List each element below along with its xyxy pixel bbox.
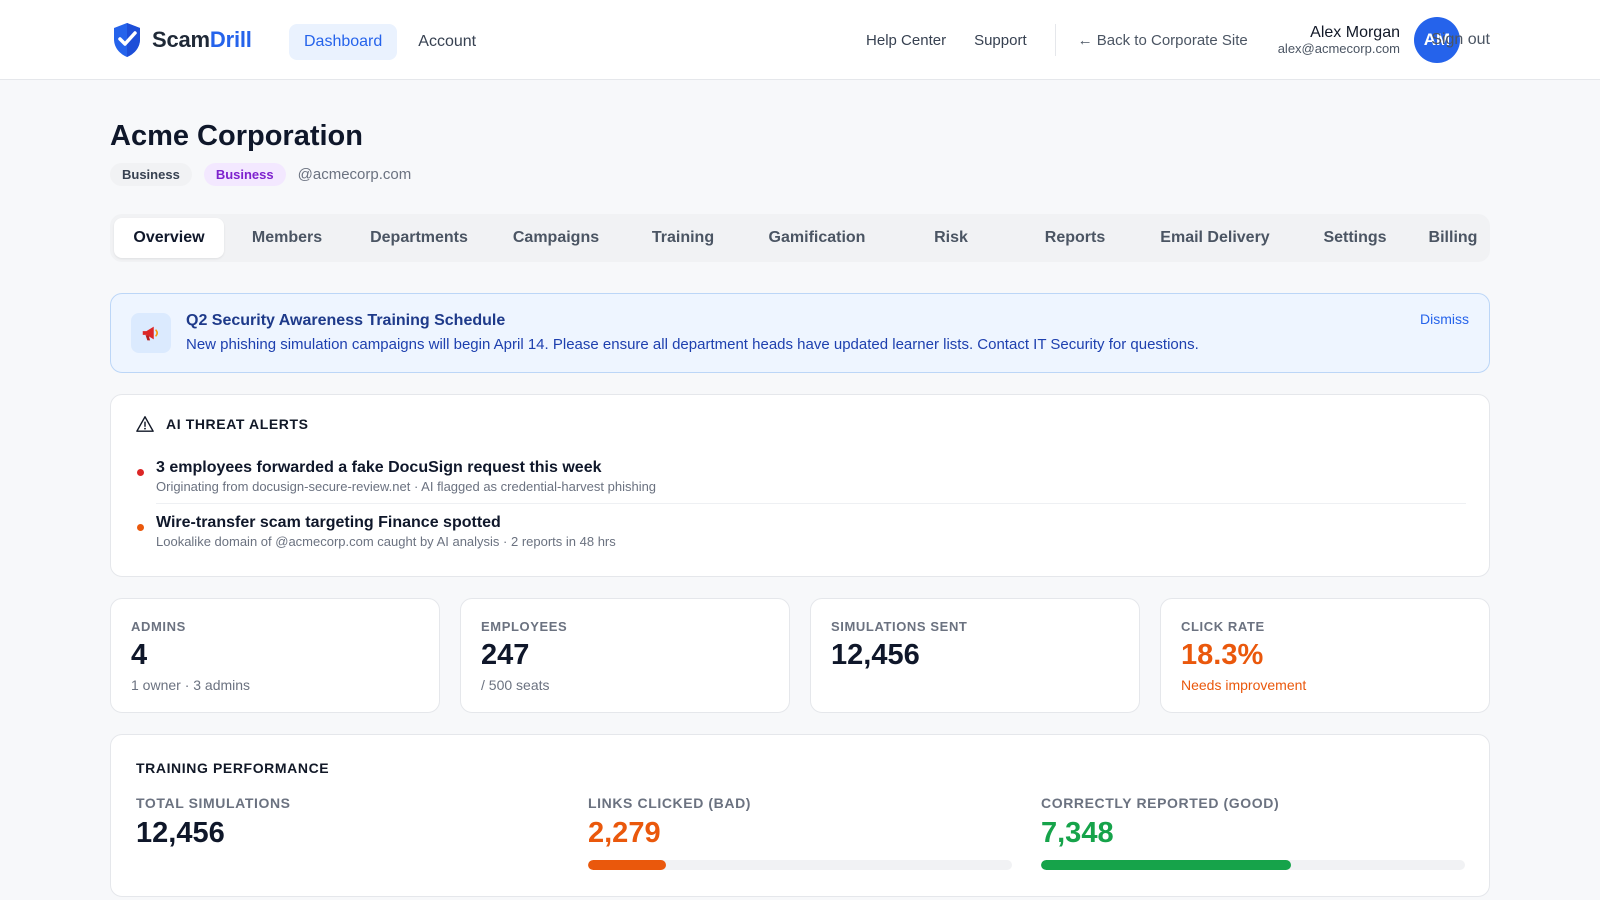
nav-divider [1054, 24, 1056, 56]
metric-links-clicked: LINKS CLICKED (BAD) 2,279 [588, 795, 1012, 850]
threat-alerts-card: AI THREAT ALERTS 3 employees forwarded a… [110, 394, 1490, 577]
clicked-progress-fill [588, 860, 666, 870]
tab-overview[interactable]: Overview [114, 218, 224, 258]
tab-members[interactable]: Members [230, 218, 344, 258]
tab-email-delivery[interactable]: Email Delivery [1140, 218, 1290, 258]
announcement-body: New phishing simulation campaigns will b… [186, 336, 1199, 353]
training-performance-card: TRAINING PERFORMANCE TOTAL SIMULATIONS 1… [110, 734, 1490, 897]
org-tabs: Overview Members Departments Campaigns T… [110, 214, 1490, 262]
tab-campaigns[interactable]: Campaigns [494, 218, 618, 258]
nav-dashboard[interactable]: Dashboard [289, 24, 398, 60]
tier-badge: Business [203, 163, 286, 186]
stat-value: 18.3% [1181, 639, 1264, 671]
megaphone-icon [131, 313, 171, 353]
stat-subtext: Needs improvement [1181, 677, 1307, 693]
sign-out-link[interactable]: Sign out [1431, 31, 1490, 49]
severity-dot [137, 469, 144, 476]
stat-subtext: 1 owner · 3 admins [131, 677, 251, 693]
training-title: TRAINING PERFORMANCE [136, 760, 330, 776]
stat-value: 247 [481, 639, 530, 671]
alert-subtitle: Lookalike domain of @acmecorp.com caught… [156, 534, 616, 549]
stat-label: CLICK RATE [1181, 619, 1265, 634]
utility-nav: Help Center Support ← Back to Corporate … [866, 0, 1460, 80]
severity-dot [137, 524, 144, 531]
nav-account[interactable]: Account [403, 24, 491, 60]
tab-reports[interactable]: Reports [1016, 218, 1134, 258]
metric-label: TOTAL SIMULATIONS [136, 795, 291, 811]
tab-billing[interactable]: Billing [1420, 218, 1486, 258]
page-title: Acme Corporation [110, 120, 363, 152]
threat-alerts-title: AI THREAT ALERTS [166, 416, 309, 432]
org-badges: Business Business @acmecorp.com [110, 163, 411, 186]
metric-label: LINKS CLICKED (BAD) [588, 795, 752, 811]
reported-progress-fill [1041, 860, 1292, 870]
stat-subtext: / 500 seats [481, 677, 550, 693]
tab-departments[interactable]: Departments [350, 218, 488, 258]
alert-title: 3 employees forwarded a fake DocuSign re… [156, 459, 602, 476]
announcement-banner: Q2 Security Awareness Training Schedule … [110, 293, 1490, 373]
announcement-title: Q2 Security Awareness Training Schedule [186, 312, 506, 329]
user-email: alex@acmecorp.com [1277, 40, 1400, 56]
tab-training[interactable]: Training [624, 218, 742, 258]
dismiss-button[interactable]: Dismiss [1420, 311, 1469, 327]
tab-gamification[interactable]: Gamification [748, 218, 886, 258]
alert-title: Wire-transfer scam targeting Finance spo… [156, 514, 501, 531]
stat-label: SIMULATIONS SENT [831, 619, 968, 634]
tab-settings[interactable]: Settings [1296, 218, 1414, 258]
brand-name: ScamDrill [152, 27, 252, 52]
stat-card-click-rate: CLICK RATE 18.3% Needs improvement [1160, 598, 1490, 713]
metric-label: CORRECTLY REPORTED (GOOD) [1041, 795, 1280, 811]
metric-value: 12,456 [136, 817, 225, 849]
help-center-link[interactable]: Help Center [866, 32, 946, 49]
plan-badge: Business [110, 163, 192, 186]
stat-card-simulations: SIMULATIONS SENT 12,456 [810, 598, 1140, 713]
back-to-corporate-link[interactable]: ← Back to Corporate Site [1078, 32, 1248, 49]
stat-label: EMPLOYEES [481, 619, 568, 634]
stat-card-employees: EMPLOYEES 247 / 500 seats [460, 598, 790, 713]
metric-correctly-reported: CORRECTLY REPORTED (GOOD) 7,348 [1041, 795, 1465, 850]
shield-check-icon [112, 22, 142, 58]
support-link[interactable]: Support [974, 32, 1027, 49]
stat-label: ADMINS [131, 619, 186, 634]
main-nav: Dashboard Account [289, 24, 491, 60]
metric-total-simulations: TOTAL SIMULATIONS 12,456 [136, 795, 560, 850]
tab-risk[interactable]: Risk [892, 218, 1010, 258]
reported-progress-bar [1041, 860, 1465, 870]
top-header: ScamDrill Dashboard Account Help Center … [0, 0, 1600, 80]
stat-card-admins: ADMINS 4 1 owner · 3 admins [110, 598, 440, 713]
warning-triangle-icon [136, 415, 154, 433]
alert-subtitle: Originating from docusign-secure-review.… [156, 479, 657, 494]
org-domain: @acmecorp.com [297, 166, 412, 183]
user-info: Alex Morgan alex@acmecorp.com [1277, 23, 1400, 56]
user-name: Alex Morgan [1310, 23, 1400, 41]
threat-alert-item[interactable]: Wire-transfer scam targeting Finance spo… [136, 514, 1466, 554]
clicked-progress-bar [588, 860, 1012, 870]
alert-divider [156, 503, 1466, 504]
metric-value: 2,279 [588, 817, 661, 849]
stat-value: 12,456 [831, 639, 920, 671]
metric-value: 7,348 [1041, 817, 1114, 849]
threat-alert-item[interactable]: 3 employees forwarded a fake DocuSign re… [136, 459, 1466, 499]
stat-value: 4 [131, 639, 148, 671]
brand-logo[interactable]: ScamDrill [112, 22, 252, 58]
